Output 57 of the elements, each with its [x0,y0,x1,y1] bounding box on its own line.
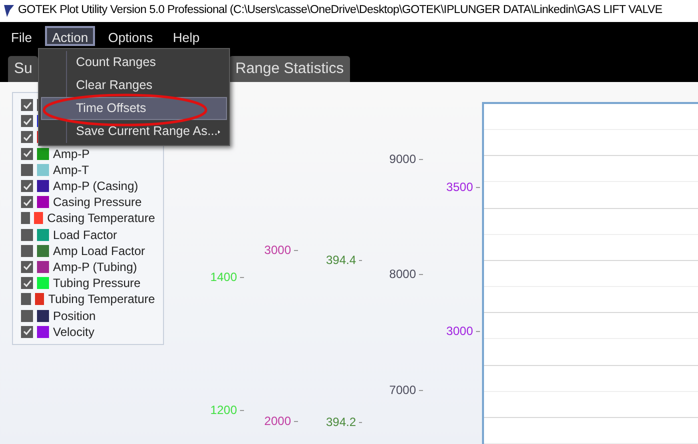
window-title: GOTEK Plot Utility Version 5.0 Professional (C:\Users\casse\OneDrive\Desktop\GOTEK\IPLUNGER DATA\Linkedin\GAS LIFT VALVE [18,3,662,18]
legend-label: Casing Pressure [53,194,142,212]
menu-item[interactable]: Help [166,26,207,46]
axis-tick-label: 3500 [446,179,473,196]
axis-tick-label: 394.4 [326,252,356,269]
submenu-arrow-icon [218,128,220,136]
legend-label: Casing Temperature [47,210,155,228]
axis-tick-label: 394.2 [326,414,356,431]
axis-tick-label: 1200 [210,402,237,419]
tick-mark [240,276,244,278]
tick-mark [419,158,423,160]
legend-label: Position [53,308,96,325]
tick-mark [476,186,480,188]
app-logo-icon [4,5,14,17]
checkbox[interactable] [21,164,33,176]
tick-mark [476,330,480,332]
checkbox[interactable] [21,131,33,144]
checkbox[interactable] [21,115,33,128]
checkbox[interactable] [21,99,33,112]
checkbox[interactable] [21,260,33,273]
checkbox[interactable] [21,180,33,192]
menu-option[interactable]: Count Ranges [41,51,227,74]
tick-mark [294,420,298,422]
menu-item[interactable]: Action [44,26,96,46]
axis-tick-label: 8000 [389,266,416,283]
legend-label: Amp Load Factor [53,242,146,260]
check-icon [22,327,32,336]
checkbox[interactable] [21,228,33,241]
checkbox[interactable] [21,310,33,322]
menu-option[interactable]: Save Current Range As... [41,120,227,143]
checkbox[interactable] [21,212,30,224]
legend-label: Amp-P [53,146,90,163]
checkbox[interactable] [21,196,33,208]
axis-tick-label: 2000 [264,413,291,430]
legend-label: Load Factor [53,226,118,244]
tab[interactable]: Su [8,56,38,82]
checkbox[interactable] [21,244,33,257]
legend-label: Amp-P (Casing) [53,178,138,196]
legend-label: Amp-P (Tubing) [53,258,138,276]
checkbox[interactable] [21,277,33,290]
axis-tick-label: 3000 [264,242,291,259]
axis-tick-label: 7000 [389,382,416,399]
tab[interactable]: Range Statistics [229,56,350,82]
legend-label: Amp-T [53,162,89,179]
legend-label: Tubing Pressure [53,275,141,292]
menu-item[interactable]: Options [101,26,160,46]
menu-option[interactable]: Time Offsets [41,97,227,120]
axis-tick-label: 1400 [210,269,237,286]
axis-tick-label: 9000 [389,151,416,168]
legend-label: Tubing Temperature [48,291,155,308]
checkbox[interactable] [21,148,33,160]
menu-item[interactable]: File [4,26,39,46]
checkbox[interactable] [21,293,31,306]
axis-tick-label: 3000 [446,323,473,340]
legend-label: Velocity [53,324,94,341]
checkbox[interactable] [21,326,33,338]
menu-option[interactable]: Clear Ranges [41,74,227,97]
